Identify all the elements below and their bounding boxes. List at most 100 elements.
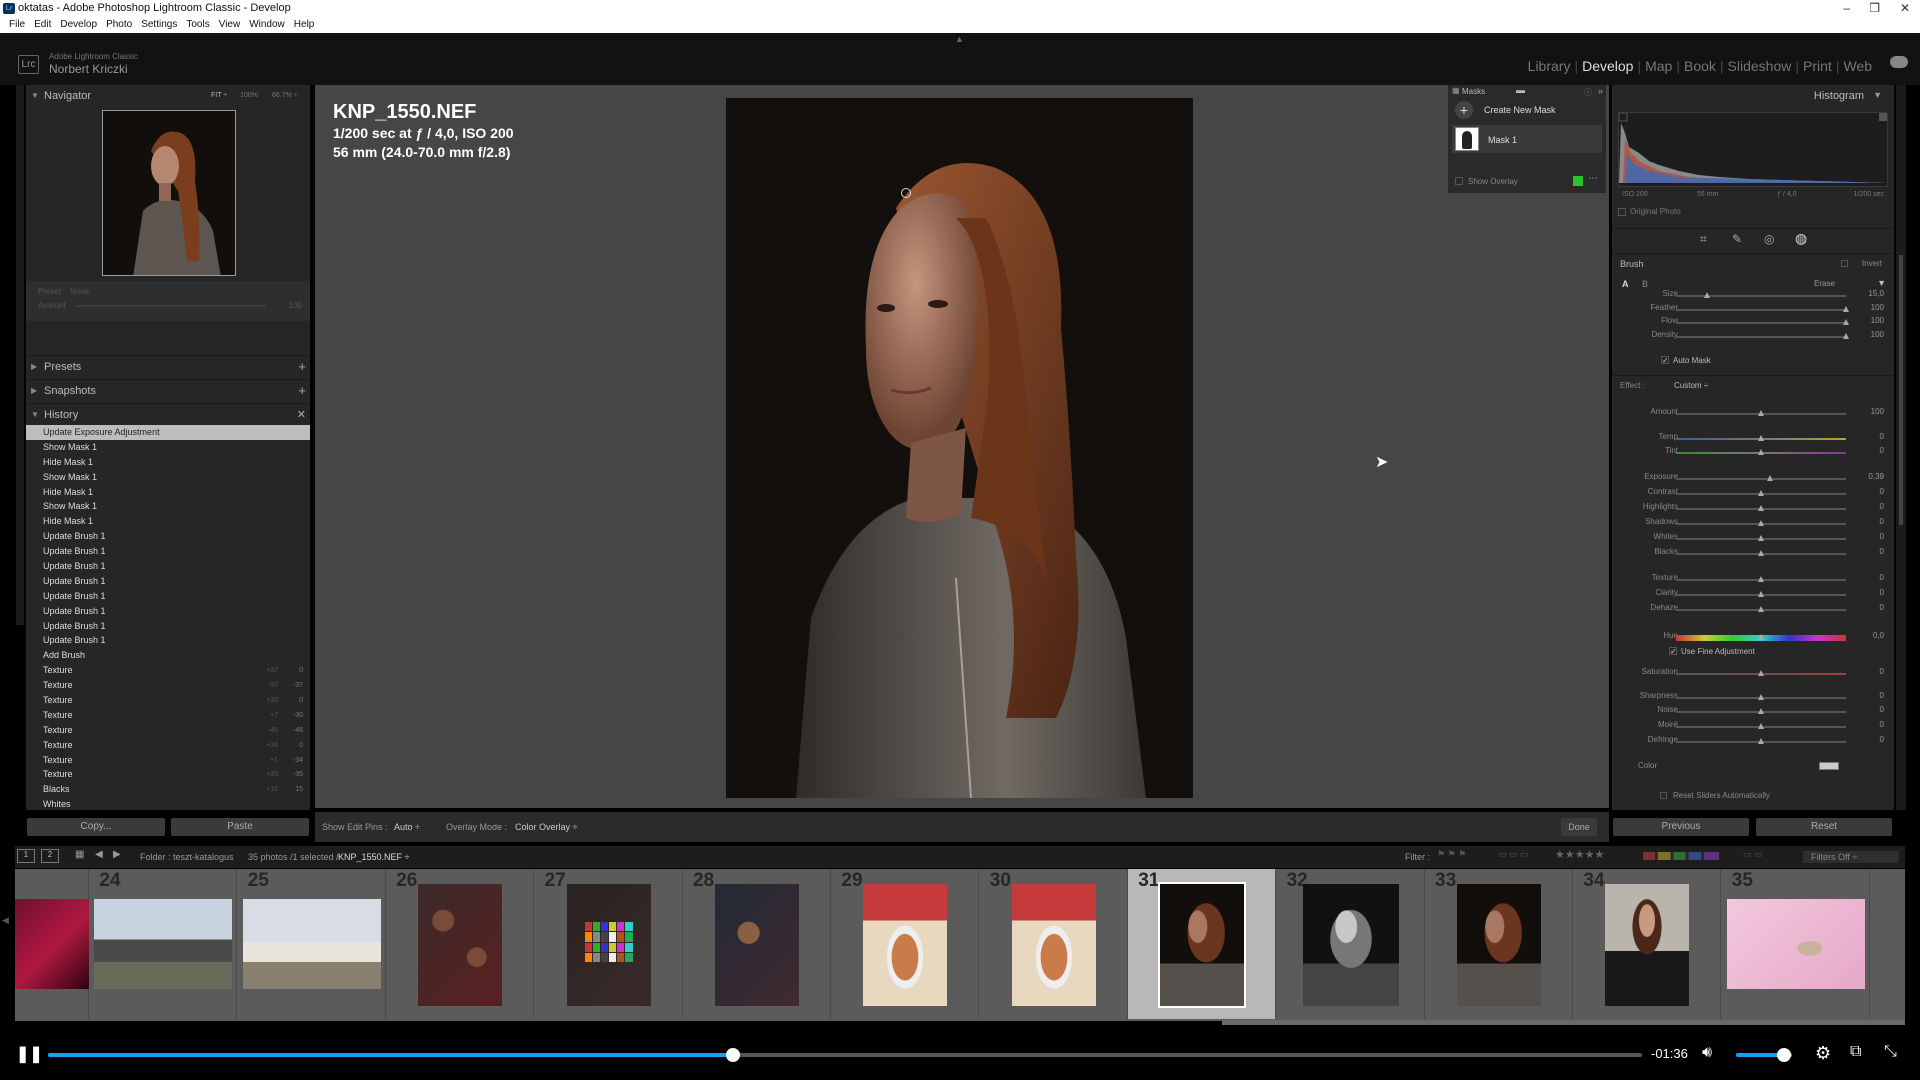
show-overlay-checkbox[interactable] xyxy=(1455,177,1463,185)
menu-develop[interactable]: Develop xyxy=(60,19,97,30)
history-item[interactable]: Whites xyxy=(26,797,310,812)
slider-value[interactable]: 0 xyxy=(1854,691,1884,700)
history-item[interactable]: Texture +30 0 xyxy=(26,693,310,708)
history-item[interactable]: Show Mask 1 xyxy=(26,440,310,455)
filmstrip-left-arrow[interactable]: ◀ xyxy=(0,845,12,1020)
filmstrip-thumbnail[interactable] xyxy=(15,899,89,989)
effect-preset-dropdown[interactable]: Custom ÷ xyxy=(1674,381,1708,390)
add-snapshot-icon[interactable]: + xyxy=(298,380,306,402)
edit-filter-icons[interactable]: ▭ ▭ ▭ xyxy=(1498,849,1529,860)
navigator-header[interactable]: ▼ Navigator FIT ÷ 100% 66.7% ÷ xyxy=(26,85,310,107)
presets-header[interactable]: ▶ Presets + xyxy=(26,355,310,377)
slider-value[interactable]: 0 xyxy=(1854,720,1884,729)
filmstrip-cell[interactable]: 35 xyxy=(1721,869,1870,1019)
zoom-fit[interactable]: FIT ÷ xyxy=(211,85,227,107)
slider-clarity[interactable]: Clarity 0 xyxy=(1612,588,1894,602)
volume-icon[interactable]: 🔊︎ xyxy=(1702,1044,1712,1062)
slider-dehaze[interactable]: Dehaze 0 xyxy=(1612,603,1894,617)
slider-blacks[interactable]: Blacks 0 xyxy=(1612,547,1894,561)
slider-tint[interactable]: Tint 0 xyxy=(1612,446,1894,460)
slider-value[interactable]: 0 xyxy=(1854,487,1884,496)
slider-knob[interactable] xyxy=(1758,576,1764,582)
slider-value[interactable]: 0 xyxy=(1854,547,1884,556)
slider-value[interactable]: 0,0 xyxy=(1854,631,1884,640)
menu-settings[interactable]: Settings xyxy=(141,19,177,30)
slider-texture[interactable]: Texture 0 xyxy=(1612,573,1894,587)
flag-filter-icons[interactable]: ⚑ ⚑ ⚑ xyxy=(1437,849,1466,860)
history-item[interactable]: Update Brush 1 xyxy=(26,574,310,589)
menu-view[interactable]: View xyxy=(219,19,241,30)
menu-edit[interactable]: Edit xyxy=(34,19,51,30)
color-label-filter[interactable] xyxy=(1643,852,1719,860)
slider-value[interactable]: 15,0 xyxy=(1854,289,1884,298)
slider-knob[interactable] xyxy=(1758,606,1764,612)
slider-value[interactable]: 0 xyxy=(1854,517,1884,526)
slider-track[interactable] xyxy=(1676,295,1846,297)
masking-tool-icon[interactable]: ◍ xyxy=(1795,230,1807,247)
filters-off-dropdown[interactable]: Filters Off ÷ xyxy=(1803,851,1899,863)
slider-value[interactable]: 0 xyxy=(1854,735,1884,744)
slider-track[interactable] xyxy=(1676,478,1846,480)
slider-knob[interactable] xyxy=(1758,410,1764,416)
current-file-dropdown[interactable]: KNP_1550.NEF ÷ xyxy=(338,852,409,862)
slider-density[interactable]: Density 100 xyxy=(1612,330,1894,344)
slider-whites[interactable]: Whites 0 xyxy=(1612,532,1894,546)
cloud-icon[interactable] xyxy=(1890,56,1908,68)
module-library[interactable]: Library xyxy=(1528,58,1571,74)
reset-auto-checkbox[interactable] xyxy=(1660,792,1667,799)
module-slideshow[interactable]: Slideshow xyxy=(1728,58,1792,74)
slider-value[interactable]: 0,39 xyxy=(1854,472,1884,481)
slider-knob[interactable] xyxy=(1758,435,1764,441)
right-scrollbar[interactable] xyxy=(1896,85,1906,810)
volume-slider[interactable] xyxy=(1736,1048,1792,1062)
slider-knob[interactable] xyxy=(1758,490,1764,496)
menu-window[interactable]: Window xyxy=(249,19,285,30)
filmstrip-thumbnail[interactable] xyxy=(1158,882,1247,1008)
create-mask-button[interactable]: + Create New Mask xyxy=(1452,99,1602,121)
history-item[interactable]: Add Brush xyxy=(26,648,310,663)
slider-knob[interactable] xyxy=(1758,670,1764,676)
scrollbar-thumb[interactable] xyxy=(1899,255,1903,525)
history-item[interactable]: Texture +34 0 xyxy=(26,738,310,753)
edit-pin-icon[interactable] xyxy=(901,188,911,198)
history-item[interactable]: Update Brush 1 xyxy=(26,589,310,604)
masks-minimize-icon[interactable]: ▬ xyxy=(1516,85,1525,95)
kind-filter-icons[interactable]: ▭ ▭ xyxy=(1743,849,1763,860)
more-options-icon[interactable]: ⋯ xyxy=(1588,173,1598,184)
filmstrip-thumbnail[interactable] xyxy=(242,899,381,989)
history-item[interactable]: Update Exposure Adjustment xyxy=(26,425,310,440)
reset-button[interactable]: Reset xyxy=(1756,818,1892,836)
history-header[interactable]: ▼ History ✕ xyxy=(26,403,310,425)
seek-bar[interactable] xyxy=(48,1048,1642,1062)
slider-saturation[interactable]: Saturation 0 xyxy=(1612,667,1894,681)
slider-knob[interactable] xyxy=(1758,634,1764,640)
slider-temp[interactable]: Temp 0 xyxy=(1612,432,1894,446)
history-item[interactable]: Texture -46 -46 xyxy=(26,723,310,738)
filmstrip-cell[interactable]: 25 xyxy=(237,869,386,1019)
slider-amount[interactable]: Amount 100 xyxy=(1612,407,1894,421)
history-item[interactable]: Update Brush 1 xyxy=(26,544,310,559)
slider-knob[interactable] xyxy=(1758,723,1764,729)
slider-track[interactable] xyxy=(1676,335,1846,338)
slider-moir[interactable]: Moiré 0 xyxy=(1612,720,1894,734)
slider-sharpness[interactable]: Sharpness 0 xyxy=(1612,691,1894,705)
slider-knob[interactable] xyxy=(1843,319,1849,325)
add-preset-icon[interactable]: + xyxy=(298,356,306,378)
mask-1-row[interactable]: Mask 1 xyxy=(1452,125,1602,153)
minimize-icon[interactable]: – xyxy=(1843,1,1850,15)
slider-flow[interactable]: Flow 100 xyxy=(1612,316,1894,330)
done-button[interactable]: Done xyxy=(1561,818,1597,836)
histogram-collapse-icon[interactable]: ▼ xyxy=(1873,90,1882,100)
filmstrip-thumbnail[interactable] xyxy=(94,899,233,989)
overlay-mode-dropdown[interactable]: Color Overlay ÷ xyxy=(515,822,577,832)
filmstrip-thumbnail[interactable] xyxy=(1457,884,1541,1006)
slider-knob[interactable] xyxy=(1758,738,1764,744)
slider-knob[interactable] xyxy=(1758,591,1764,597)
history-item[interactable]: Show Mask 1 xyxy=(26,499,310,514)
filmstrip-thumbnail[interactable] xyxy=(1011,884,1096,1006)
slider-value[interactable]: 0 xyxy=(1854,532,1884,541)
module-develop[interactable]: Develop xyxy=(1582,58,1633,74)
amount-slider[interactable] xyxy=(76,305,266,307)
copy-button[interactable]: Copy... xyxy=(27,818,165,836)
slider-track[interactable] xyxy=(1676,308,1846,311)
